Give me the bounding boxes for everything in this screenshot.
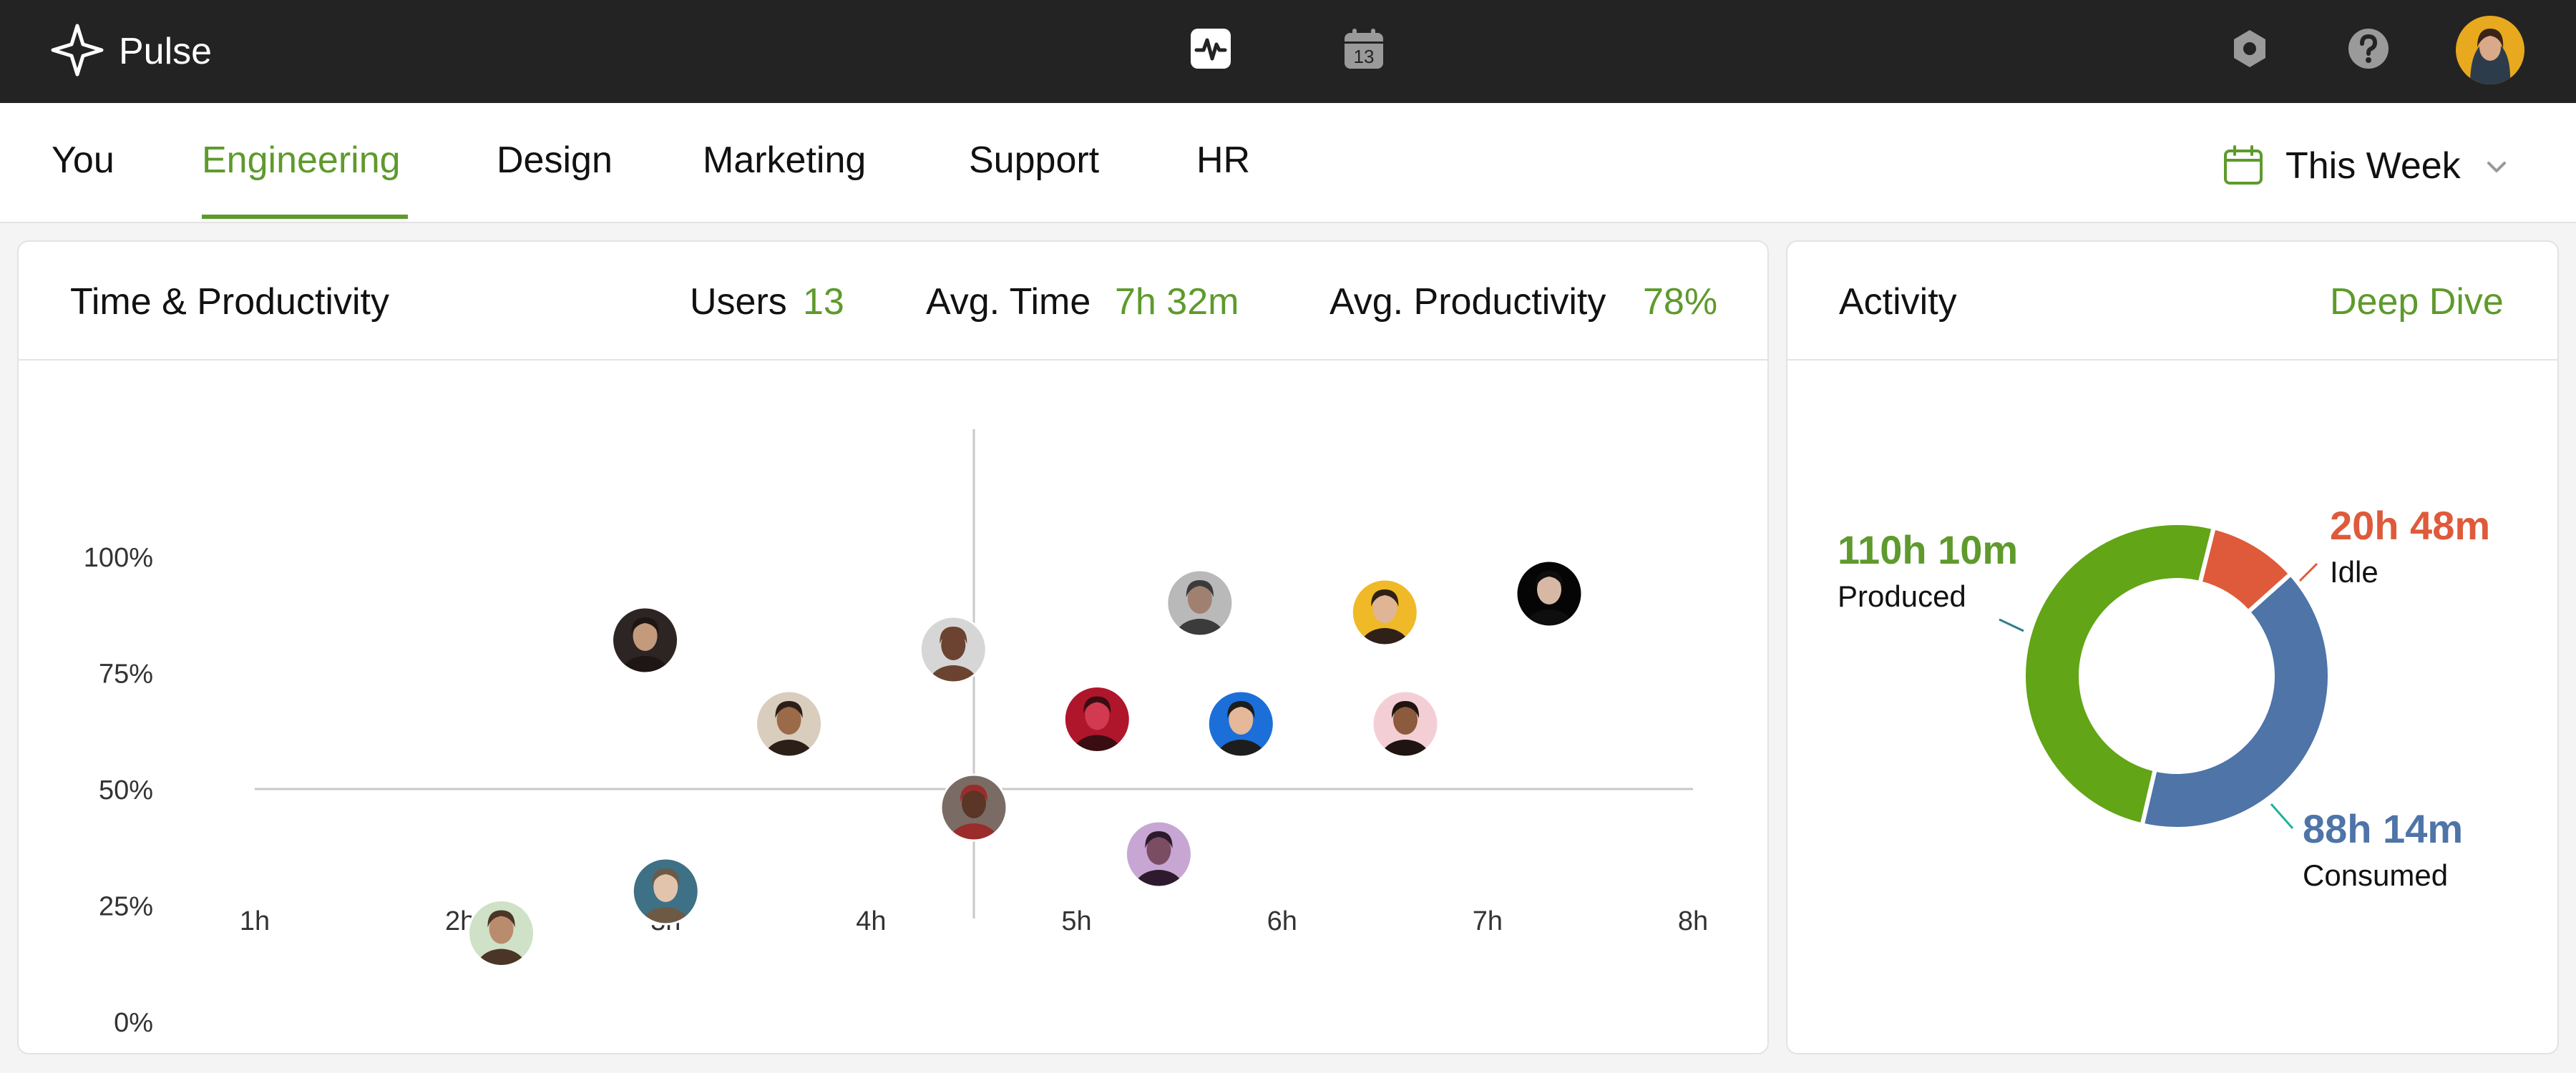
calendar-13-icon[interactable]: 13 bbox=[1342, 27, 1385, 70]
team-tab-bar: You Engineering Design Marketing Support… bbox=[0, 103, 2576, 223]
y-tick-label: 100% bbox=[84, 543, 153, 573]
consumed-leader-line bbox=[2270, 803, 2294, 829]
date-range-dropdown[interactable]: This Week bbox=[2218, 137, 2533, 192]
produced-leader-line bbox=[1999, 618, 2024, 632]
activity-donut-chart bbox=[1999, 521, 2332, 831]
idle-label: Idle bbox=[2330, 555, 2379, 589]
productivity-scatter-chart: 0%25%50%75%100%1h2h3h4h5h6h7h8h bbox=[84, 429, 1708, 1038]
user-avatar-point[interactable] bbox=[1515, 559, 1584, 652]
chevron-down-icon bbox=[2487, 162, 2506, 172]
user-avatar-point[interactable] bbox=[1371, 690, 1440, 783]
settings-icon[interactable] bbox=[2228, 27, 2271, 70]
user-avatar-point[interactable] bbox=[611, 606, 680, 699]
x-tick-label: 4h bbox=[856, 906, 886, 936]
consumed-value: 88h 14m bbox=[2303, 806, 2464, 851]
user-avatar-point[interactable] bbox=[1166, 569, 1234, 662]
tab-hr[interactable]: HR bbox=[1196, 137, 1250, 183]
help-icon[interactable] bbox=[2347, 27, 2390, 70]
tab-engineering[interactable]: Engineering bbox=[202, 137, 401, 183]
user-avatar-point[interactable] bbox=[1124, 820, 1193, 913]
user-avatar-point[interactable] bbox=[919, 615, 987, 708]
calendar-icon bbox=[2224, 145, 2263, 185]
tab-design[interactable]: Design bbox=[497, 137, 613, 183]
tab-support[interactable]: Support bbox=[969, 137, 1099, 183]
top-bar: Pulse 13 bbox=[0, 0, 2576, 103]
x-tick-label: 1h bbox=[240, 906, 270, 936]
active-tab-indicator bbox=[202, 215, 408, 219]
calendar-day-label: 13 bbox=[1354, 46, 1375, 67]
idle-value: 20h 48m bbox=[2330, 503, 2491, 548]
tab-marketing[interactable]: Marketing bbox=[703, 137, 866, 183]
activity-icon[interactable] bbox=[1189, 27, 1232, 70]
y-tick-label: 25% bbox=[99, 892, 153, 922]
user-avatar-point[interactable] bbox=[1206, 690, 1275, 783]
produced-value: 110h 10m bbox=[1838, 527, 2019, 572]
pulse-logo-icon[interactable] bbox=[49, 21, 106, 79]
tab-you[interactable]: You bbox=[52, 137, 114, 183]
y-tick-label: 50% bbox=[99, 775, 153, 805]
time-productivity-card: Time & Productivity Users 13 Avg. Time 7… bbox=[17, 240, 1769, 1054]
x-tick-label: 6h bbox=[1267, 906, 1297, 936]
x-tick-label: 5h bbox=[1061, 906, 1091, 936]
x-tick-label: 7h bbox=[1473, 906, 1503, 936]
activity-card: Activity Deep Dive 110h 10m Produced 20h… bbox=[1786, 240, 2559, 1054]
app-name: Pulse bbox=[119, 31, 213, 72]
user-avatar[interactable] bbox=[2456, 16, 2524, 84]
produced-label: Produced bbox=[1838, 579, 1966, 613]
user-avatar-point[interactable] bbox=[1063, 685, 1131, 778]
consumed-slice[interactable] bbox=[2140, 571, 2332, 831]
y-tick-label: 75% bbox=[99, 660, 153, 690]
x-tick-label: 8h bbox=[1678, 906, 1708, 936]
idle-leader-line bbox=[2298, 562, 2318, 582]
consumed-label: Consumed bbox=[2303, 858, 2449, 892]
user-avatar-point[interactable] bbox=[1350, 578, 1419, 671]
user-avatar-point[interactable] bbox=[755, 690, 824, 783]
y-tick-label: 0% bbox=[114, 1008, 153, 1038]
user-avatar-point[interactable] bbox=[467, 899, 536, 992]
date-range-label: This Week bbox=[2285, 145, 2461, 187]
